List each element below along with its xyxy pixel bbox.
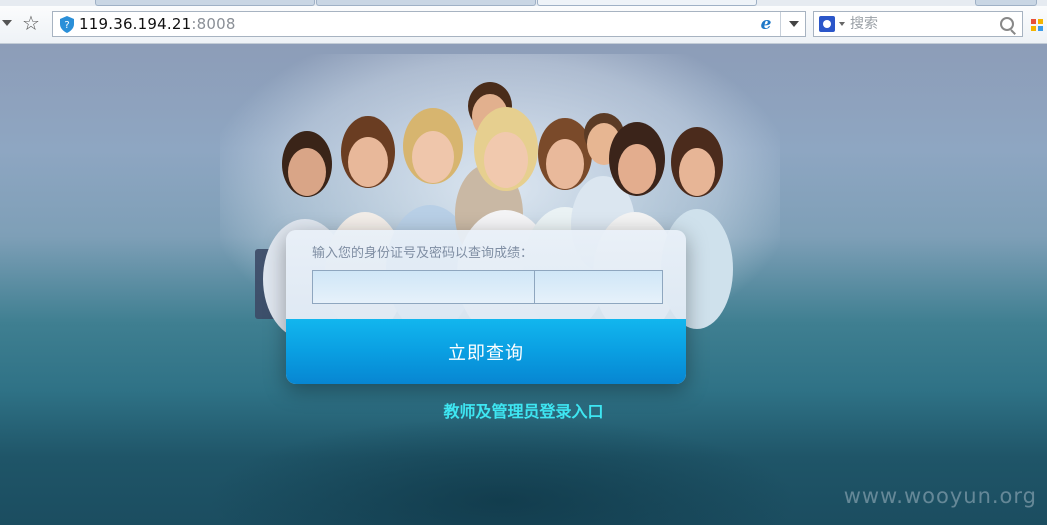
search-placeholder: 搜索 [850,16,878,32]
ie-compat-icon[interactable]: e [757,15,775,33]
watermark: www.wooyun.org [843,484,1037,508]
engine-caret-icon[interactable] [839,22,845,26]
address-dropdown-icon[interactable] [789,21,799,27]
url-port: :8008 [191,15,236,33]
url-host: 119.36.194.21 [79,15,192,33]
favorite-star-icon[interactable]: ☆ [22,12,40,34]
history-dropdown-icon[interactable] [2,20,12,26]
password-input[interactable] [534,270,663,304]
security-shield-icon[interactable]: ? [59,16,75,33]
browser-toolbar: ☆ ? 119.36.194.21:8008 e 搜索 [0,6,1047,44]
login-prompt: 输入您的身份证号及密码以查询成绩： [312,246,534,261]
login-panel: 输入您的身份证号及密码以查询成绩： 立即查询 [286,230,686,384]
address-divider [780,12,781,36]
search-icon[interactable] [1000,17,1014,31]
search-engine-icon[interactable] [819,16,835,32]
page-viewport: 输入您的身份证号及密码以查询成绩： 立即查询 教师及管理员登录入口 www.wo… [0,44,1047,525]
browser-search-box[interactable]: 搜索 [813,11,1023,37]
url-text[interactable]: 119.36.194.21:8008 [79,15,236,33]
address-bar[interactable]: ? 119.36.194.21:8008 e [52,11,806,37]
svg-text:?: ? [64,20,69,31]
apps-grid-icon[interactable] [1031,19,1045,33]
admin-login-link[interactable]: 教师及管理员登录入口 [0,402,1047,422]
query-now-button[interactable]: 立即查询 [286,319,686,384]
id-number-input[interactable] [312,270,535,304]
